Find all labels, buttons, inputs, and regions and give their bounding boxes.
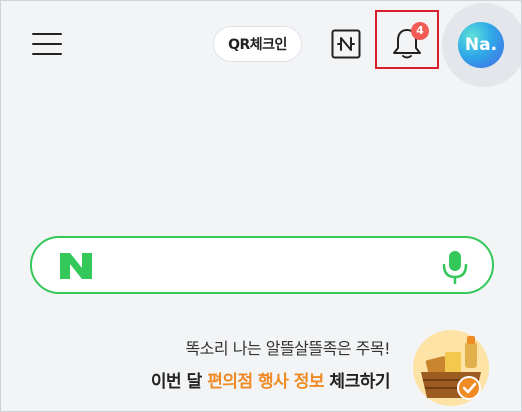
promo-subtitle: 똑소리 나는 알뜰살뜰족은 주목!: [185, 339, 390, 358]
home-screen: QR체크인 4 Na. 똑소리 나는 알뜰살뜰족은 주목! 이번 달 편의점 행…: [0, 0, 522, 412]
promo-title: 이번 달 편의점 행사 정보 체크하기: [150, 367, 391, 392]
notification-badge: 4: [411, 22, 429, 40]
search-input[interactable]: [112, 246, 416, 286]
qr-checkin-button[interactable]: QR체크인: [213, 26, 302, 62]
naver-logo-icon: [58, 251, 94, 285]
mic-icon[interactable]: [440, 250, 470, 285]
promo-title-suffix: 체크하기: [324, 372, 390, 392]
convenience-store-promo-banner[interactable]: 똑소리 나는 알뜰살뜰족은 주목! 이번 달 편의점 행사 정보 체크하기: [101, 328, 521, 411]
notification-button[interactable]: 4: [375, 10, 439, 69]
avatar[interactable]: Na.: [458, 22, 504, 68]
snack-basket-illustration: [411, 328, 491, 408]
promo-title-prefix: 이번 달: [150, 372, 208, 392]
promo-title-highlight: 편의점 행사 정보: [207, 372, 325, 392]
search-bar[interactable]: [30, 236, 494, 294]
naver-n-icon[interactable]: [331, 29, 361, 59]
menu-icon[interactable]: [32, 29, 62, 59]
